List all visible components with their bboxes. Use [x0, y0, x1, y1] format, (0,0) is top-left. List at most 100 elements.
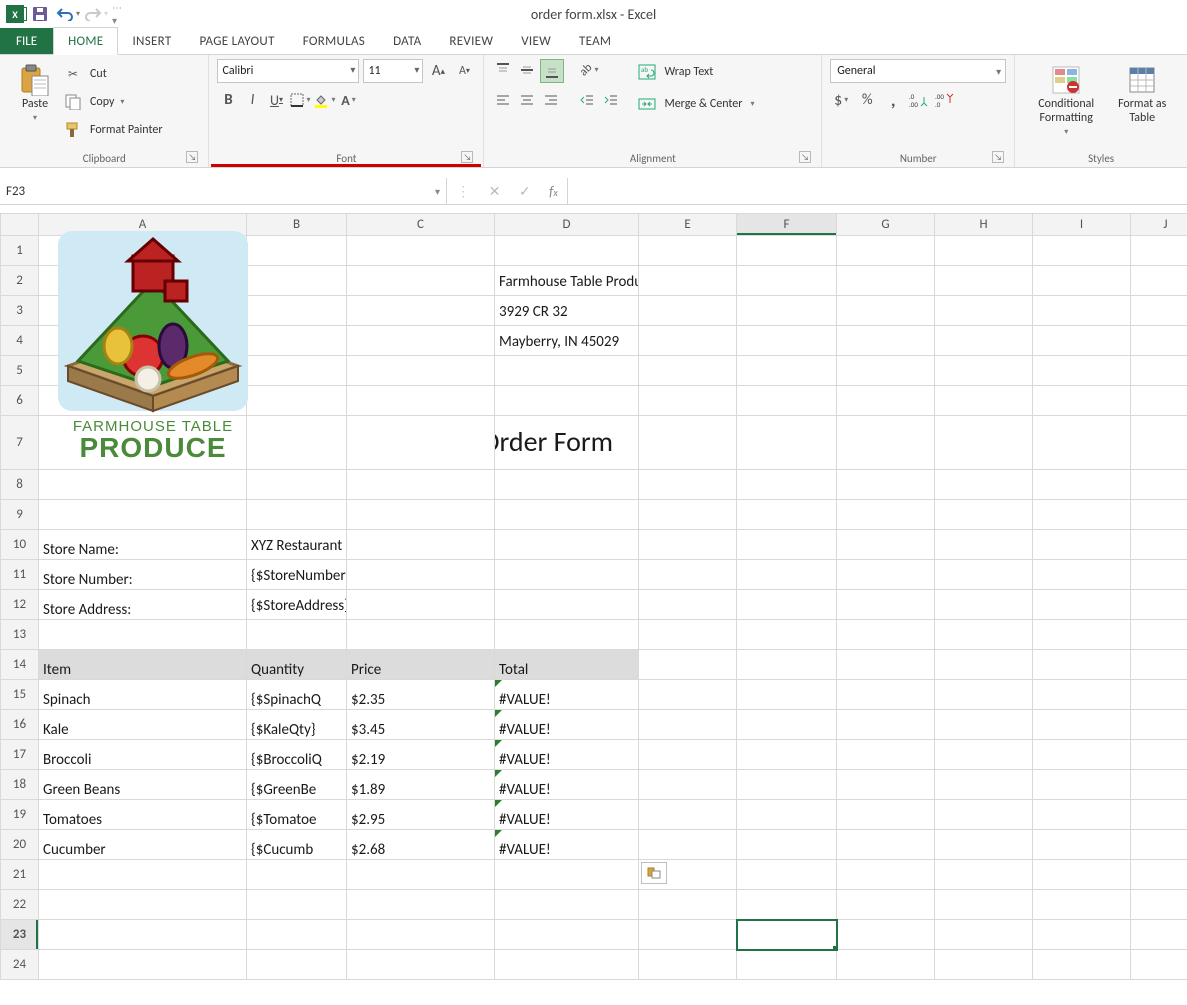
- undo-button[interactable]: ▾: [56, 3, 80, 25]
- align-bottom-button[interactable]: [540, 59, 564, 83]
- decrease-decimal-button[interactable]: .00.0: [934, 89, 956, 111]
- row-4[interactable]: 4: [1, 326, 39, 356]
- conditional-formatting-button[interactable]: Conditional Formatting▾: [1023, 59, 1109, 139]
- shrink-font-button[interactable]: A▾: [453, 60, 475, 82]
- italic-button[interactable]: I: [241, 89, 263, 111]
- paste-button[interactable]: Paste ▾: [8, 59, 62, 125]
- cell-D2[interactable]: Farmhouse Table Produce: [495, 266, 639, 296]
- fill-color-button[interactable]: [313, 89, 335, 111]
- select-all-button[interactable]: [1, 214, 39, 236]
- row-18[interactable]: 18: [1, 770, 39, 800]
- row-1[interactable]: 1: [1, 236, 39, 266]
- cell-B18[interactable]: {$GreenBe: [247, 770, 347, 800]
- row-23[interactable]: 23: [1, 920, 39, 950]
- align-right-button[interactable]: [540, 89, 562, 111]
- comma-format-button[interactable]: ,: [882, 89, 904, 111]
- cell-C20[interactable]: $2.68: [347, 830, 495, 860]
- cell-D3[interactable]: 3929 CR 32: [495, 296, 639, 326]
- cell-D7[interactable]: Order Form: [495, 416, 639, 470]
- bold-button[interactable]: B: [217, 89, 239, 111]
- col-D[interactable]: D: [495, 214, 639, 236]
- col-H[interactable]: H: [935, 214, 1033, 236]
- tab-insert[interactable]: INSERT: [118, 28, 185, 54]
- align-middle-button[interactable]: [516, 59, 538, 81]
- row-12[interactable]: 12: [1, 590, 39, 620]
- cell-A16[interactable]: Kale: [39, 710, 247, 740]
- cell-A12[interactable]: Store Address:: [39, 590, 247, 620]
- row-19[interactable]: 19: [1, 800, 39, 830]
- row-22[interactable]: 22: [1, 890, 39, 920]
- cell-D20[interactable]: #VALUE!: [495, 830, 639, 860]
- row-5[interactable]: 5: [1, 356, 39, 386]
- wrap-text-button[interactable]: ab Wrap Text: [636, 59, 754, 85]
- cell-C19[interactable]: $2.95: [347, 800, 495, 830]
- accounting-format-button[interactable]: $: [830, 89, 852, 111]
- save-button[interactable]: [28, 3, 52, 25]
- font-name-select[interactable]: Calibri: [217, 59, 359, 83]
- cell-C18[interactable]: $1.89: [347, 770, 495, 800]
- number-launcher[interactable]: ↘: [992, 151, 1004, 163]
- row-6[interactable]: 6: [1, 386, 39, 416]
- cancel-formula-button[interactable]: ✕: [489, 183, 501, 200]
- tab-file[interactable]: FILE: [0, 28, 53, 54]
- worksheet-grid[interactable]: A B C D E F G H I J 1 2 Farmhouse Table P…: [0, 213, 1187, 980]
- row-16[interactable]: 16: [1, 710, 39, 740]
- row-15[interactable]: 15: [1, 680, 39, 710]
- cell-D18[interactable]: #VALUE!: [495, 770, 639, 800]
- clipboard-launcher[interactable]: ↘: [186, 151, 198, 163]
- cell-B10[interactable]: XYZ Restaurant: [247, 530, 347, 560]
- col-E[interactable]: E: [639, 214, 737, 236]
- copy-button[interactable]: Copy ▾: [62, 89, 163, 115]
- qat-customize[interactable]: ⋯▾: [112, 3, 126, 25]
- row-20[interactable]: 20: [1, 830, 39, 860]
- increase-indent-button[interactable]: [600, 89, 622, 111]
- col-F[interactable]: F: [737, 214, 837, 236]
- font-launcher[interactable]: ↘: [461, 151, 473, 163]
- tab-review[interactable]: REVIEW: [435, 28, 507, 54]
- row-11[interactable]: 11: [1, 560, 39, 590]
- cell-C15[interactable]: $2.35: [347, 680, 495, 710]
- cell-B15[interactable]: {$SpinachQ: [247, 680, 347, 710]
- cell-A17[interactable]: Broccoli: [39, 740, 247, 770]
- format-painter-button[interactable]: Format Painter: [62, 117, 163, 143]
- formula-input[interactable]: [568, 178, 1187, 204]
- font-size-select[interactable]: 11: [363, 59, 423, 83]
- orientation-button[interactable]: ab: [578, 59, 600, 81]
- col-A[interactable]: A: [39, 214, 247, 236]
- cell-B17[interactable]: {$BroccoliQ: [247, 740, 347, 770]
- cell-D16[interactable]: #VALUE!: [495, 710, 639, 740]
- increase-decimal-button[interactable]: .0.00: [908, 89, 930, 111]
- tab-data[interactable]: DATA: [379, 28, 435, 54]
- grow-font-button[interactable]: A▴: [427, 60, 449, 82]
- column-headers[interactable]: A B C D E F G H I J: [1, 214, 1187, 236]
- align-center-button[interactable]: [516, 89, 538, 111]
- tab-formulas[interactable]: FORMULAS: [289, 28, 379, 54]
- cell-B16[interactable]: {$KaleQty}: [247, 710, 347, 740]
- cell-B11[interactable]: {$StoreNumber}: [247, 560, 347, 590]
- cell-A19[interactable]: Tomatoes: [39, 800, 247, 830]
- name-box[interactable]: F23: [0, 178, 447, 204]
- percent-format-button[interactable]: %: [856, 89, 878, 111]
- cell-D17[interactable]: #VALUE!: [495, 740, 639, 770]
- decrease-indent-button[interactable]: [576, 89, 598, 111]
- cell-D19[interactable]: #VALUE!: [495, 800, 639, 830]
- fx-icon[interactable]: fx: [549, 183, 558, 200]
- underline-button[interactable]: U▾: [265, 89, 287, 111]
- col-I[interactable]: I: [1033, 214, 1131, 236]
- cell-B12[interactable]: {$StoreAddress}: [247, 590, 347, 620]
- row-21[interactable]: 21: [1, 860, 39, 890]
- row-2[interactable]: 2: [1, 266, 39, 296]
- cell-D4[interactable]: Mayberry, IN 45029: [495, 326, 639, 356]
- row-9[interactable]: 9: [1, 500, 39, 530]
- col-C[interactable]: C: [347, 214, 495, 236]
- cell-D15[interactable]: #VALUE!: [495, 680, 639, 710]
- merge-center-button[interactable]: Merge & Center ▾: [636, 91, 754, 117]
- cell-C17[interactable]: $2.19: [347, 740, 495, 770]
- cell-B20[interactable]: {$Cucumb: [247, 830, 347, 860]
- cell-A10[interactable]: Store Name:: [39, 530, 247, 560]
- tab-team[interactable]: TEAM: [565, 28, 625, 54]
- number-format-select[interactable]: General: [830, 59, 1006, 83]
- row-14[interactable]: 14: [1, 650, 39, 680]
- cell-A18[interactable]: Green Beans: [39, 770, 247, 800]
- align-top-button[interactable]: [492, 59, 514, 81]
